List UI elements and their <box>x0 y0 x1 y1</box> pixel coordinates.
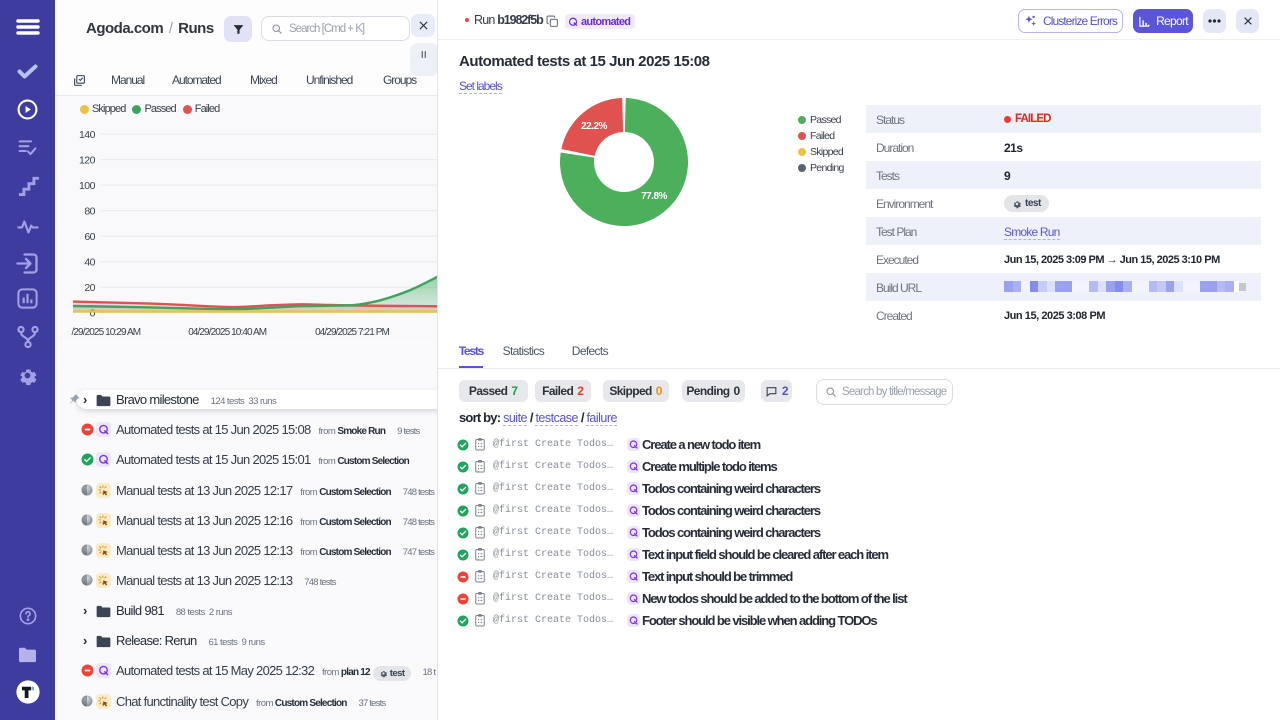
svg-text:/29/2025 10:29 AM: /29/2025 10:29 AM <box>72 327 141 338</box>
svg-text:100: 100 <box>79 180 96 192</box>
svg-text:60: 60 <box>84 231 95 243</box>
svg-text:04/29/2025 7:21 PM: 04/29/2025 7:21 PM <box>315 327 389 338</box>
svg-text:80: 80 <box>84 205 95 217</box>
svg-text:22.2%: 22.2% <box>581 121 607 132</box>
svg-text:120: 120 <box>79 154 96 166</box>
svg-text:140: 140 <box>79 129 96 141</box>
svg-text:20: 20 <box>84 282 95 294</box>
svg-text:77.8%: 77.8% <box>641 191 667 202</box>
svg-text:04/29/2025 10:40 AM: 04/29/2025 10:40 AM <box>188 327 267 338</box>
svg-text:40: 40 <box>84 256 95 268</box>
